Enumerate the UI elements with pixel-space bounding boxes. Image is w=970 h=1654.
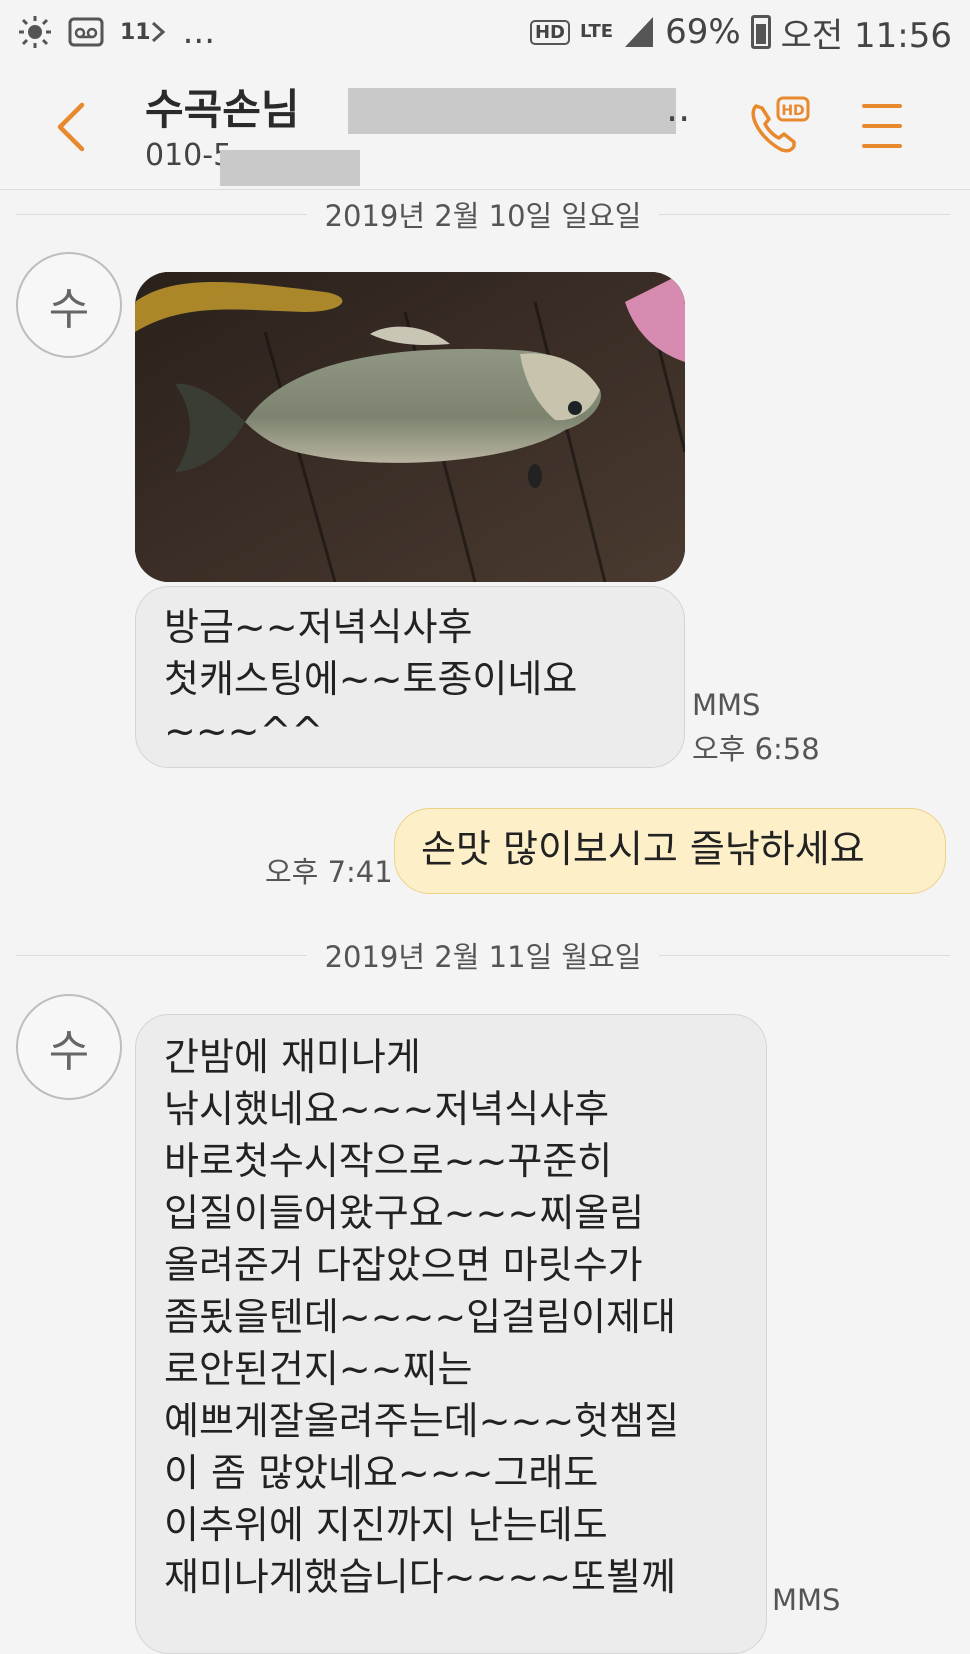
message-meta: MMS 오후 6:58 (692, 683, 820, 771)
lte-icon: LTE (579, 21, 614, 42)
chevron-left-icon (57, 102, 85, 152)
menu-button[interactable] (862, 104, 902, 148)
avatar[interactable]: 수 (16, 252, 122, 358)
message-text-line: 낚시했네요~~~저녁식사후 (164, 1087, 610, 1131)
mms-image[interactable] (135, 272, 685, 582)
hd-voice-icon: HD (529, 19, 570, 45)
message-text-line: 좀됬을텐데~~~~입걸림이제대 (164, 1295, 676, 1339)
back-button[interactable] (52, 99, 92, 155)
conversation-header: 수곡손님 .. 010-5 HD (0, 64, 970, 190)
battery-icon (750, 15, 771, 49)
svg-text:HD: HD (781, 103, 804, 119)
date-label: 2019년 2월 11일 월요일 (324, 940, 642, 974)
avatar[interactable]: 수 (16, 994, 122, 1100)
battery-percent: 69% (665, 12, 741, 52)
message-text-line: 이추위에 지진까지 난는데도 (164, 1503, 608, 1547)
notification-count: 11 (120, 19, 151, 45)
signal-icon (623, 15, 655, 49)
status-bar: 11 ... HD LTE 69% 오전 11:56 (0, 0, 970, 64)
incoming-message-bubble[interactable]: 간밤에 재미나게 낚시했네요~~~저녁식사후 바로첫수시작으로~~꾸준히 입질이… (135, 1014, 767, 1654)
message-text-line: 입질이들어왔구요~~~찌올림 (164, 1191, 645, 1235)
message-time: 오후 6:58 (692, 732, 820, 766)
contact-name-ellipsis: .. (666, 86, 691, 130)
message-text-line: ~~~^^ (164, 709, 324, 753)
message-text-line: 재미나게했습니다~~~~또뵐께 (164, 1555, 676, 1599)
message-text-line: 방금~~저녁식사후 (164, 605, 473, 649)
message-text-line: 예쁘게잘올려주는데~~~헛챔질 (164, 1399, 680, 1443)
message-text-line: 바로첫수시작으로~~꾸준히 (164, 1139, 613, 1183)
message-text-line: 올려준거 다잡았으면 마릿수가 (164, 1243, 643, 1287)
outgoing-message-bubble[interactable]: 손맛 많이보시고 즐낚하세요 (394, 808, 946, 894)
message-type: MMS (692, 688, 761, 722)
message-time: 오후 7:41 (265, 855, 393, 889)
message-text-line: 간밤에 재미나게 (164, 1035, 421, 1079)
more-notifications: ... (182, 12, 216, 52)
phone-hd-icon: HD (751, 96, 810, 153)
message-text-line: 로안된건지~~찌는 (164, 1347, 473, 1391)
message-text-line: 이 좀 많았네요~~~그래도 (164, 1451, 599, 1495)
menu-icon (862, 104, 902, 108)
message-text: 손맛 많이보시고 즐낚하세요 (421, 827, 865, 871)
notification-count-icon: 11 (120, 20, 167, 45)
incoming-message-bubble[interactable]: 방금~~저녁식사후 첫캐스팅에~~토종이네요 ~~~^^ (135, 586, 685, 768)
contact-name[interactable]: 수곡손님 (145, 76, 300, 137)
brightness-icon (18, 15, 52, 49)
fish-photo-icon (135, 272, 685, 582)
date-label: 2019년 2월 10일 일요일 (324, 199, 642, 233)
message-text-line: 첫캐스팅에~~토종이네요 (164, 657, 578, 701)
redaction-bar (348, 88, 676, 134)
hd-call-button[interactable]: HD (748, 96, 810, 156)
message-type: MMS (772, 1583, 841, 1617)
redaction-bar (220, 150, 360, 186)
voicemail-icon (68, 17, 104, 47)
clock: 오전 11:56 (780, 15, 952, 56)
date-separator: 2019년 2월 11일 월요일 (16, 935, 951, 975)
date-separator: 2019년 2월 10일 일요일 (16, 194, 951, 234)
